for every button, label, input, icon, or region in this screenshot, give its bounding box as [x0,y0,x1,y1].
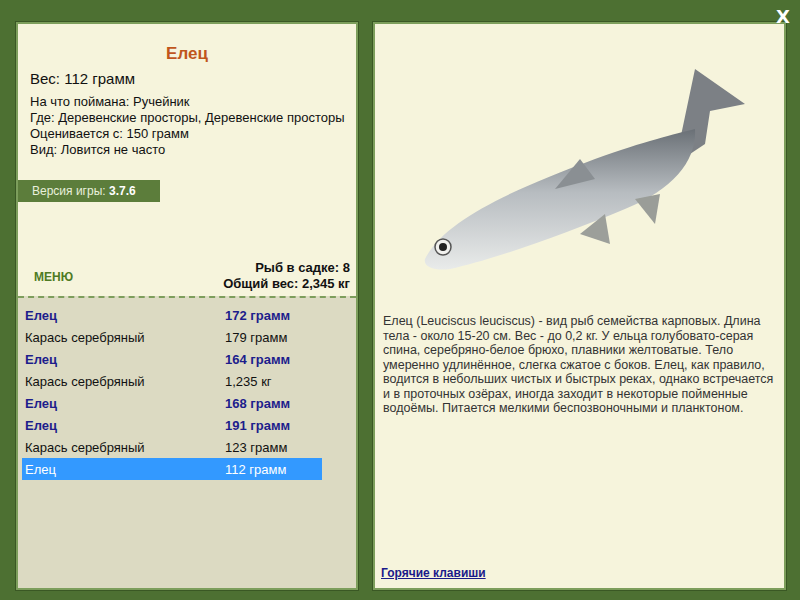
catch-row[interactable]: Елец168 грамм [22,392,322,414]
fish-description: Елец (Leuciscus leuciscus) - вид рыб сем… [375,314,784,416]
catch-row[interactable]: Карась серебряный179 грамм [22,326,322,348]
fish-detail: Где: Деревенские просторы, Деревенские п… [30,110,346,126]
version-badge: Версия игры: 3.7.6 [18,180,160,202]
description-panel: Елец (Leuciscus leuciscus) - вид рыб сем… [373,22,786,590]
catch-row[interactable]: Карась серебряный1,235 кг [22,370,322,392]
catch-row[interactable]: Елец112 грамм [22,458,322,480]
fish-picture [405,49,755,289]
fish-title: Елец [18,44,356,64]
catch-row[interactable]: Елец164 грамм [22,348,322,370]
fish-image [375,24,784,314]
menu-button[interactable]: МЕНЮ [34,270,73,284]
hotkeys-link[interactable]: Горячие клавиши [375,566,784,588]
menu-row: МЕНЮ Рыб в садке: 8Общий вес: 2,345 кг [18,260,356,296]
close-button[interactable]: X [776,6,790,27]
fish-weight: Вес: 112 грамм [30,70,356,87]
fish-info: Елец Вес: 112 грамм На что поймана: Ручейн… [18,24,356,296]
info-panel: Елец Вес: 112 грамм На что поймана: Ручейн… [16,22,358,590]
catch-list: Елец172 граммКарась серебряный179 граммЕ… [18,296,356,588]
game-window: X Елец Вес: 112 грамм На что поймана: Ручей… [0,0,800,600]
fish-detail: Оценивается с: 150 грамм [30,126,346,142]
keepnet-summary: Рыб в садке: 8Общий вес: 2,345 кг [223,260,350,292]
fish-detail: Вид: Ловится не часто [30,142,346,158]
catch-row[interactable]: Елец191 грамм [22,414,322,436]
fish-detail: На что поймана: Ручейник [30,94,346,110]
catch-row[interactable]: Карась серебряный123 грамм [22,436,322,458]
catch-row[interactable]: Елец172 грамм [22,304,322,326]
